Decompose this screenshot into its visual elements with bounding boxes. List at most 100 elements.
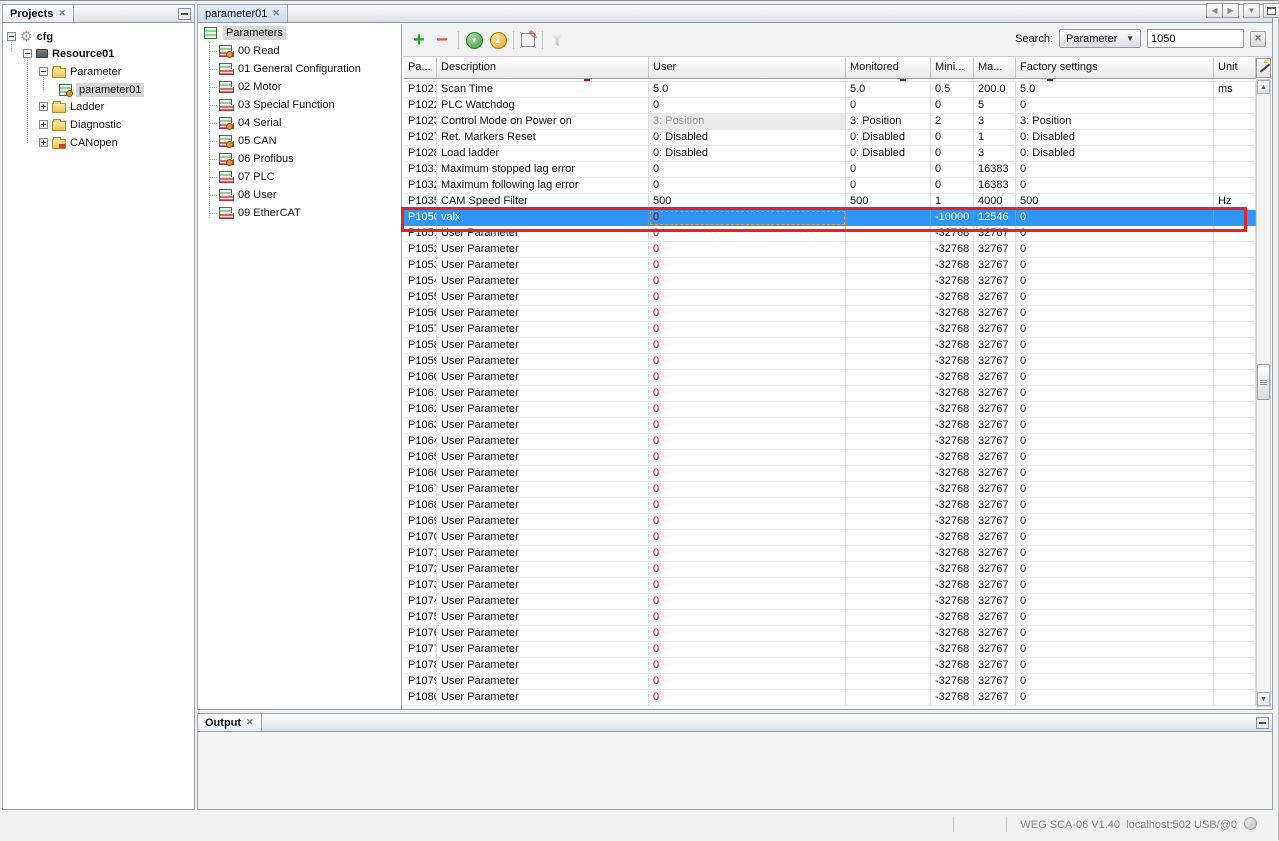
cell-monitored[interactable]: 0 (846, 98, 931, 114)
cell-factory-settings[interactable]: 0 (1016, 98, 1214, 114)
table-row-P1059[interactable]: P1059User Parameter0-32768327670 (404, 354, 1256, 370)
cell-unit[interactable] (1214, 274, 1256, 290)
cell-maximum[interactable]: 32767 (974, 562, 1016, 578)
cell-monitored[interactable] (846, 370, 931, 386)
cell-user[interactable]: 0 (649, 338, 846, 354)
cell-monitored[interactable] (846, 562, 931, 578)
cell-unit[interactable] (1214, 322, 1256, 338)
table-row-P1032[interactable]: P1032Maximum following lag error00016383… (404, 178, 1256, 194)
table-row-P1060[interactable]: P1060User Parameter0-32768327670 (404, 370, 1256, 386)
tree-item-parameter01[interactable]: parameter01 (59, 81, 144, 98)
cell-user[interactable]: 0 (649, 226, 846, 242)
cell-unit[interactable] (1214, 98, 1256, 114)
params-group-item[interactable]: 09 EtherCAT (198, 204, 401, 222)
cell-unit[interactable] (1214, 162, 1256, 178)
cell-user[interactable]: 0 (649, 258, 846, 274)
cell-parameter[interactable]: P1080 (404, 690, 437, 706)
add-parameter-button[interactable]: + (408, 29, 430, 51)
tab-list-dropdown-icon[interactable]: ▼ (1243, 3, 1260, 18)
cell-parameter[interactable]: P1079 (404, 674, 437, 690)
cell-description[interactable]: User Parameter (437, 354, 649, 370)
cell-monitored[interactable]: 0: Disabled (846, 130, 931, 146)
cell-user[interactable]: 0 (649, 402, 846, 418)
params-group-item[interactable]: 08 User (198, 186, 401, 204)
cell-minimum[interactable]: -10000 (931, 210, 974, 226)
cell-minimum[interactable]: -32768 (931, 242, 974, 258)
cell-minimum[interactable]: -32768 (931, 354, 974, 370)
cell-minimum[interactable]: -32768 (931, 450, 974, 466)
cell-monitored[interactable] (846, 658, 931, 674)
cell-description[interactable]: User Parameter (437, 418, 649, 434)
cell-parameter[interactable]: P1051 (404, 226, 437, 242)
cell-maximum[interactable]: 32767 (974, 466, 1016, 482)
table-row-P1070[interactable]: P1070User Parameter0-32768327670 (404, 530, 1256, 546)
params-group-item[interactable]: 03 Special Function (198, 96, 401, 114)
cell-user[interactable]: 0 (649, 290, 846, 306)
cell-minimum[interactable]: -32768 (931, 530, 974, 546)
search-mode-dropdown[interactable]: Parameter ▼ (1059, 29, 1141, 48)
cell-description[interactable]: User Parameter (437, 386, 649, 402)
column-settings-button[interactable] (1256, 58, 1271, 78)
cell-user[interactable]: 0 (649, 562, 846, 578)
cell-user[interactable]: 0 (649, 466, 846, 482)
cell-unit[interactable] (1214, 514, 1256, 530)
cell-parameter[interactable]: P1072 (404, 562, 437, 578)
cell-unit[interactable] (1214, 562, 1256, 578)
cell-monitored[interactable] (846, 594, 931, 610)
cell-minimum[interactable]: -32768 (931, 482, 974, 498)
column-header-user[interactable]: User (649, 57, 846, 79)
cell-factory-settings[interactable]: 0 (1016, 418, 1214, 434)
cell-factory-settings[interactable]: 3: Position (1016, 114, 1214, 130)
cell-unit[interactable] (1214, 178, 1256, 194)
cell-description[interactable]: User Parameter (437, 642, 649, 658)
read-from-device-button[interactable]: ▼ (463, 29, 485, 51)
cell-unit[interactable] (1214, 498, 1256, 514)
table-row-P1051[interactable]: P1051User Parameter0-32768327670 (404, 226, 1256, 242)
cell-factory-settings[interactable]: 0 (1016, 306, 1214, 322)
cell-factory-settings[interactable]: 0 (1016, 338, 1214, 354)
cell-user[interactable]: 0 (649, 450, 846, 466)
cell-monitored[interactable]: 500 (846, 194, 931, 210)
cell-minimum[interactable]: -32768 (931, 578, 974, 594)
cell-monitored[interactable] (846, 338, 931, 354)
params-group-item[interactable]: 01 General Configuration (198, 60, 401, 78)
cell-factory-settings[interactable]: 0 (1016, 258, 1214, 274)
cell-factory-settings[interactable]: 0 (1016, 514, 1214, 530)
cell-minimum[interactable]: -32768 (931, 594, 974, 610)
cell-maximum[interactable]: 32767 (974, 258, 1016, 274)
expand-icon[interactable] (39, 138, 48, 147)
cell-monitored[interactable] (846, 354, 931, 370)
cell-user[interactable]: 0 (649, 274, 846, 290)
cell-monitored[interactable] (846, 690, 931, 706)
cell-description[interactable]: User Parameter (437, 306, 649, 322)
cell-parameter[interactable]: P1071 (404, 546, 437, 562)
cell-user[interactable]: 0 (649, 210, 846, 226)
table-row-P1079[interactable]: P1079User Parameter0-32768327670 (404, 674, 1256, 690)
cell-monitored[interactable] (846, 450, 931, 466)
scroll-up-icon[interactable]: ▲ (1257, 80, 1270, 94)
cell-description[interactable]: Control Mode on Power on (437, 114, 649, 130)
cell-user[interactable]: 0 (649, 642, 846, 658)
column-header-unit[interactable]: Unit (1214, 57, 1256, 79)
cell-maximum[interactable]: 32767 (974, 546, 1016, 562)
search-input[interactable] (1147, 29, 1244, 48)
cell-maximum[interactable]: 32767 (974, 226, 1016, 242)
cell-monitored[interactable] (846, 514, 931, 530)
cell-maximum[interactable]: 32767 (974, 450, 1016, 466)
cell-description[interactable]: User Parameter (437, 370, 649, 386)
cell-unit[interactable] (1214, 114, 1256, 130)
cell-parameter[interactable]: P1032 (404, 178, 437, 194)
cell-user[interactable]: 0 (649, 178, 846, 194)
cell-maximum[interactable]: 32767 (974, 290, 1016, 306)
cell-description[interactable]: User Parameter (437, 466, 649, 482)
column-header-factory-settings[interactable]: Factory settings (1016, 57, 1214, 79)
cell-unit[interactable] (1214, 530, 1256, 546)
tab-parameter01[interactable]: parameter01 ✕ (198, 5, 288, 22)
cell-minimum[interactable]: -32768 (931, 658, 974, 674)
cell-factory-settings[interactable]: 0 (1016, 610, 1214, 626)
cell-description[interactable]: User Parameter (437, 242, 649, 258)
cell-unit[interactable] (1214, 482, 1256, 498)
cell-factory-settings[interactable]: 0 (1016, 226, 1214, 242)
cell-unit[interactable] (1214, 434, 1256, 450)
cell-monitored[interactable] (846, 306, 931, 322)
